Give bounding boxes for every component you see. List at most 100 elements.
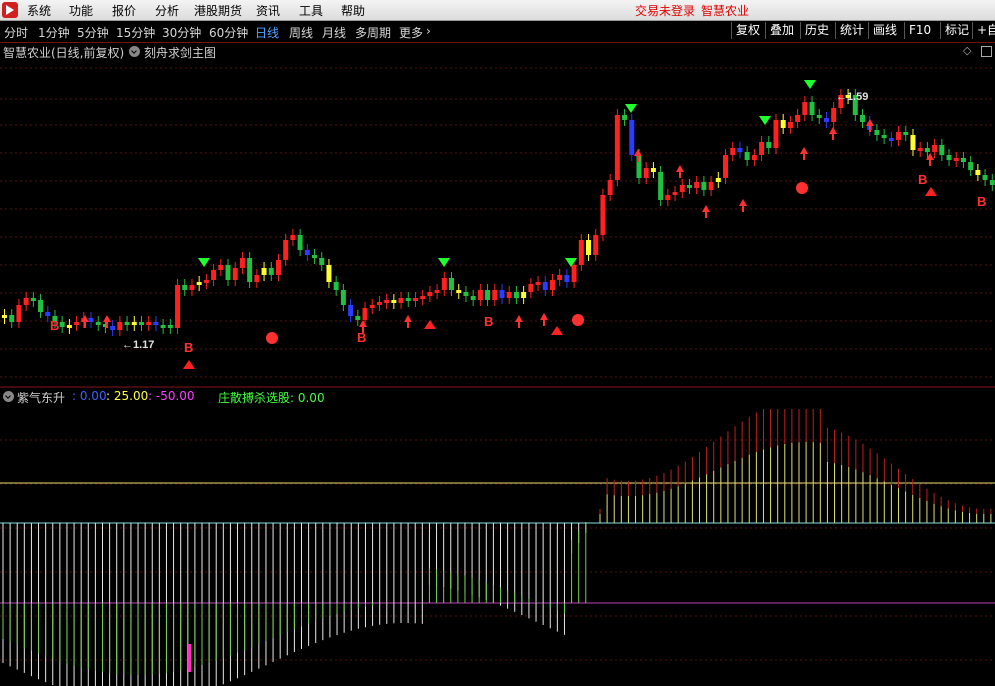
candle-body <box>16 305 22 322</box>
candle-body <box>45 312 51 316</box>
button-overlay[interactable]: 叠加 <box>765 22 798 39</box>
candle-body <box>153 322 159 325</box>
menu-news[interactable]: 资讯 <box>256 2 280 19</box>
candle-body <box>535 282 541 285</box>
candle-body <box>723 155 729 178</box>
button-mark[interactable]: 标记 <box>940 22 973 39</box>
button-rights-adjust[interactable]: 复权 <box>731 22 764 39</box>
candle-body <box>131 322 137 325</box>
period-60min[interactable]: 60分钟 <box>209 24 248 41</box>
candle-body <box>924 148 930 152</box>
chevron-right-icon[interactable]: › <box>426 24 431 38</box>
candle-body <box>896 132 902 140</box>
main-indicator-name[interactable]: 刻舟求剑主图 <box>144 44 216 61</box>
low-price-annotation: ←1.17 <box>122 339 154 351</box>
menu-analysis[interactable]: 分析 <box>155 2 179 19</box>
candle-body <box>881 135 887 138</box>
menu-hk-futures[interactable]: 港股期货 <box>194 2 242 19</box>
candle-body <box>622 115 628 120</box>
sub-indicator-header: 紫气东升 : 0.00 : 25.00 : -50.00 庄散搏杀选股: 0.0… <box>0 388 995 405</box>
red-arrow-up-icon <box>676 165 684 178</box>
button-custom[interactable]: +自 <box>972 22 995 39</box>
candle-body <box>816 115 822 118</box>
candle-body <box>225 265 231 280</box>
sub-indicator-chart[interactable] <box>0 404 995 686</box>
diamond-icon[interactable]: ◇ <box>963 44 971 57</box>
candle-body <box>117 322 123 330</box>
chevron-down-icon[interactable] <box>3 391 14 402</box>
app-logo-icon <box>2 2 18 18</box>
candle-body <box>665 195 671 200</box>
candle-body <box>780 120 786 128</box>
login-status[interactable]: 交易未登录 <box>635 2 695 19</box>
candle-body <box>737 148 743 152</box>
candle-body <box>2 315 7 318</box>
period-weekly[interactable]: 周线 <box>289 24 313 41</box>
candle-body <box>874 130 880 135</box>
candle-body <box>773 120 779 148</box>
candle-body <box>701 182 707 190</box>
candle-body <box>333 282 339 290</box>
candle-body <box>304 250 310 255</box>
period-multi[interactable]: 多周期 <box>355 24 391 41</box>
candle-body <box>247 258 253 282</box>
candle-body <box>348 305 354 316</box>
candle-body <box>521 292 527 298</box>
candle-body <box>982 175 988 180</box>
candle-body <box>261 268 267 275</box>
candle-body <box>376 302 382 305</box>
candle-body <box>160 325 166 328</box>
menu-function[interactable]: 功能 <box>69 2 93 19</box>
candle-body <box>607 180 613 195</box>
buy-signal-marker <box>925 187 937 196</box>
menu-quote[interactable]: 报价 <box>112 2 136 19</box>
candle-body <box>831 108 837 122</box>
menu-system[interactable]: 系统 <box>27 2 51 19</box>
buy-label-b: B <box>918 172 927 187</box>
red-circle-badge <box>572 314 584 326</box>
main-candlestick-chart[interactable]: B B B B B B ←1.17 ←1.59 <box>0 60 995 388</box>
candle-body <box>110 326 116 330</box>
candle-body <box>593 235 599 255</box>
red-arrow-up-icon <box>515 315 523 328</box>
candle-body <box>412 298 418 301</box>
period-30min[interactable]: 30分钟 <box>162 24 201 41</box>
candle-body <box>787 122 793 128</box>
candle-body <box>679 185 685 192</box>
period-15min[interactable]: 15分钟 <box>116 24 155 41</box>
button-draw[interactable]: 画线 <box>868 22 901 39</box>
candle-body <box>946 155 952 160</box>
candle-body <box>860 115 866 122</box>
candle-body <box>427 292 433 296</box>
candle-body <box>499 290 505 298</box>
period-monthly[interactable]: 月线 <box>322 24 346 41</box>
period-intraday[interactable]: 分时 <box>4 24 28 41</box>
period-more[interactable]: 更多 <box>399 24 423 41</box>
buy-label-b: B <box>50 318 59 333</box>
period-daily[interactable]: 日线 <box>255 24 279 41</box>
candle-body <box>146 322 152 325</box>
candle-body <box>766 142 772 148</box>
maximize-icon[interactable] <box>981 46 992 57</box>
candle-body <box>629 120 635 155</box>
period-1min[interactable]: 1分钟 <box>38 24 70 41</box>
candle-body <box>960 158 966 162</box>
period-5min[interactable]: 5分钟 <box>77 24 109 41</box>
candle-body <box>239 258 245 268</box>
button-f10[interactable]: F10 <box>904 22 935 39</box>
candle-body <box>254 275 260 282</box>
candle-body <box>600 195 606 235</box>
candle-body <box>182 285 188 290</box>
candle-body <box>542 282 548 290</box>
red-arrow-up-icon <box>829 127 837 140</box>
button-history[interactable]: 历史 <box>800 22 833 39</box>
candle-body <box>38 300 44 312</box>
candle-body <box>751 155 757 160</box>
button-statistics[interactable]: 统计 <box>835 22 868 39</box>
chevron-down-icon[interactable] <box>129 46 140 57</box>
magenta-signal-bar <box>188 644 191 672</box>
candle-body <box>74 322 80 325</box>
candle-body <box>658 172 664 200</box>
menu-tools[interactable]: 工具 <box>299 2 323 19</box>
menu-help[interactable]: 帮助 <box>341 2 365 19</box>
